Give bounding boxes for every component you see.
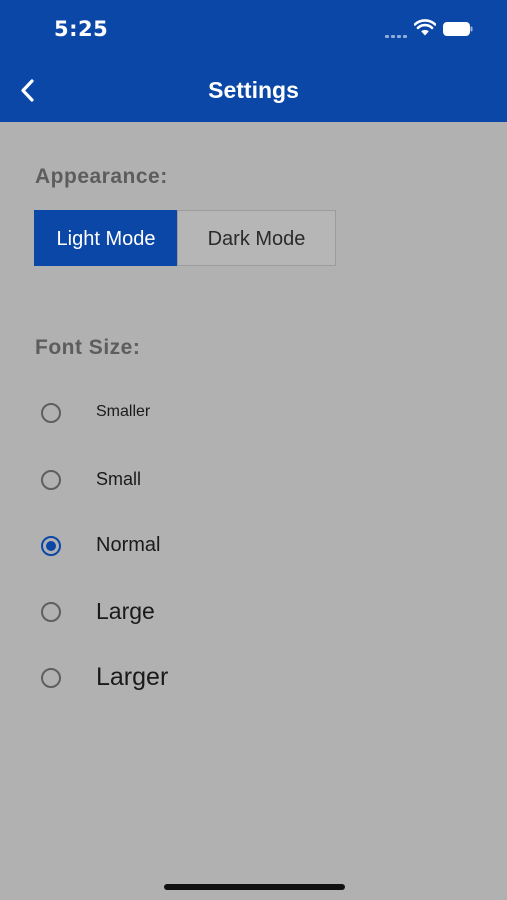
status-time: 5:25 [54, 17, 109, 41]
home-indicator [164, 884, 345, 890]
font-size-option-label: Larger [96, 663, 169, 691]
battery-icon [443, 22, 473, 36]
light-mode-button[interactable]: Light Mode [34, 210, 178, 266]
nav-header: 5:25 Settings [0, 0, 507, 122]
radio-button-unchecked[interactable] [41, 403, 61, 423]
font-size-option-label: Smaller [96, 403, 151, 420]
dark-mode-button[interactable]: Dark Mode [177, 210, 336, 266]
radio-button-checked[interactable] [41, 536, 61, 556]
wifi-icon [414, 19, 436, 36]
font-size-option-smaller[interactable]: Smaller [30, 390, 330, 436]
radio-button-unchecked[interactable] [41, 470, 61, 490]
page-title: Settings [208, 77, 299, 103]
font-size-option-large[interactable]: Large [30, 589, 330, 635]
font-size-option-label: Large [96, 598, 155, 624]
font-size-label: Font Size: [35, 336, 141, 359]
font-size-option-larger[interactable]: Larger [30, 655, 330, 701]
font-size-option-small[interactable]: Small [30, 456, 330, 502]
font-size-option-label: Small [96, 469, 142, 489]
font-size-option-normal[interactable]: Normal [30, 523, 330, 569]
appearance-segmented-control: Light Mode Dark Mode [34, 210, 336, 268]
radio-button-unchecked[interactable] [41, 668, 61, 688]
appearance-label: Appearance: [35, 165, 168, 188]
radio-button-unchecked[interactable] [41, 602, 61, 622]
signal-icon [385, 32, 409, 38]
font-size-option-label: Normal [96, 534, 161, 556]
